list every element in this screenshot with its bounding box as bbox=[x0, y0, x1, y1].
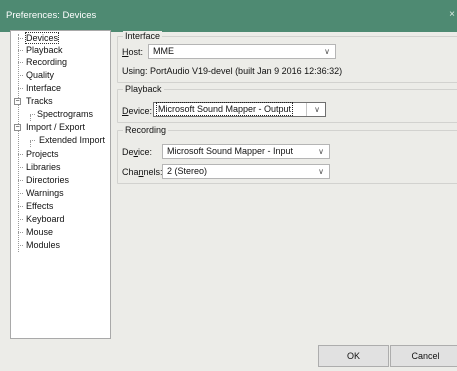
close-icon[interactable]: × bbox=[449, 9, 455, 20]
tree-item-import-export[interactable]: − Import / Export bbox=[14, 121, 85, 133]
host-select[interactable]: MME ∨ bbox=[148, 44, 336, 59]
tree-item-extended-import[interactable]: Extended Import bbox=[30, 134, 105, 146]
tree-item-directories[interactable]: Directories bbox=[18, 174, 69, 186]
tree-item-label: Recording bbox=[26, 57, 68, 67]
host-value: MME bbox=[153, 46, 174, 56]
channels-value: 2 (Stereo) bbox=[167, 166, 208, 176]
tree-item-effects[interactable]: Effects bbox=[18, 200, 53, 212]
chevron-down-icon: ∨ bbox=[318, 147, 324, 156]
tree-item-playback[interactable]: Playback bbox=[18, 44, 63, 56]
playback-device-value: Microsoft Sound Mapper - Output bbox=[155, 102, 294, 116]
tree-item-label: Extended Import bbox=[39, 135, 106, 145]
tree-item-label: Import / Export bbox=[26, 122, 86, 132]
collapse-icon[interactable]: − bbox=[14, 98, 21, 105]
preferences-tree[interactable]: Devices Playback Recording Quality Inter… bbox=[10, 30, 111, 339]
recording-device-value: Microsoft Sound Mapper - Input bbox=[167, 146, 294, 156]
tree-item-recording[interactable]: Recording bbox=[18, 56, 67, 68]
chevron-down-icon: ∨ bbox=[318, 167, 324, 176]
tree-item-projects[interactable]: Projects bbox=[18, 148, 59, 160]
tree-item-devices[interactable]: Devices bbox=[18, 32, 60, 44]
tree-item-interface[interactable]: Interface bbox=[18, 82, 61, 94]
tree-item-label: Projects bbox=[26, 149, 59, 159]
cancel-button[interactable]: Cancel bbox=[390, 345, 457, 367]
tree-item-quality[interactable]: Quality bbox=[18, 69, 54, 81]
recording-device-label: Device: bbox=[122, 147, 153, 157]
tree-item-warnings[interactable]: Warnings bbox=[18, 187, 64, 199]
chevron-down-icon: ∨ bbox=[324, 47, 330, 56]
recording-group-title: Recording bbox=[123, 125, 169, 136]
portaudio-info: Using: PortAudio V19-devel (built Jan 9 … bbox=[122, 66, 343, 76]
combo-separator bbox=[306, 103, 307, 116]
tree-item-modules[interactable]: Modules bbox=[18, 239, 60, 251]
tree-item-label: Spectrograms bbox=[37, 109, 94, 119]
tree-item-keyboard[interactable]: Keyboard bbox=[18, 213, 65, 225]
tree-item-label: Mouse bbox=[26, 227, 54, 237]
channels-select[interactable]: 2 (Stereo) ∨ bbox=[162, 164, 330, 179]
tree-item-label: Tracks bbox=[26, 96, 53, 106]
channels-label: Channels: bbox=[122, 167, 163, 177]
tree-item-label: Effects bbox=[26, 201, 54, 211]
interface-group-title: Interface bbox=[123, 31, 163, 42]
tree-item-spectrograms[interactable]: Spectrograms bbox=[30, 108, 93, 120]
tree-item-label: Interface bbox=[26, 83, 62, 93]
collapse-icon[interactable]: − bbox=[14, 124, 21, 131]
playback-device-label: Device: bbox=[122, 106, 153, 116]
tree-item-label: Keyboard bbox=[26, 214, 65, 224]
window-title: Preferences: Devices bbox=[6, 10, 97, 21]
host-label: Host: bbox=[122, 47, 144, 57]
playback-group-title: Playback bbox=[123, 84, 164, 95]
playback-device-select[interactable]: Microsoft Sound Mapper - Output ∨ bbox=[153, 102, 326, 117]
recording-device-select[interactable]: Microsoft Sound Mapper - Input ∨ bbox=[162, 144, 330, 159]
chevron-down-icon: ∨ bbox=[314, 105, 320, 114]
tree-item-tracks[interactable]: − Tracks bbox=[14, 95, 53, 107]
tree-item-label: Quality bbox=[26, 70, 55, 80]
tree-item-label: Libraries bbox=[26, 162, 61, 172]
ok-button[interactable]: OK bbox=[318, 345, 389, 367]
tree-item-label: Modules bbox=[26, 240, 61, 250]
tree-item-mouse[interactable]: Mouse bbox=[18, 226, 53, 238]
title-bar: Preferences: Devices × bbox=[0, 0, 457, 32]
tree-item-label: Directories bbox=[26, 175, 70, 185]
tree-item-label: Warnings bbox=[26, 188, 64, 198]
tree-item-libraries[interactable]: Libraries bbox=[18, 161, 61, 173]
tree-item-label: Playback bbox=[26, 45, 63, 55]
tree-item-label: Devices bbox=[24, 32, 60, 44]
